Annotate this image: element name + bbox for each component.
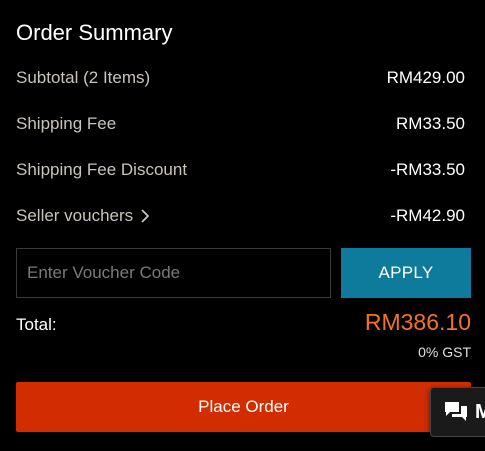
gst-note: 0% GST bbox=[418, 344, 471, 360]
subtotal-label: Subtotal (2 Items) bbox=[16, 68, 151, 87]
order-summary-panel: Order Summary Subtotal (2 Items) RM429.0… bbox=[0, 0, 485, 451]
seller-vouchers-label: Seller vouchers bbox=[16, 206, 134, 225]
shipping-fee-label: Shipping Fee bbox=[16, 114, 117, 133]
total-value: RM386.10 bbox=[364, 309, 471, 335]
chat-bubbles-icon bbox=[445, 402, 467, 421]
total-label: Total: bbox=[16, 315, 57, 334]
seller-vouchers-value: -RM42.90 bbox=[390, 206, 465, 225]
shipping-discount-row: Shipping Fee Discount -RM33.50 bbox=[16, 158, 465, 182]
chat-button[interactable]: M bbox=[430, 387, 485, 437]
seller-vouchers-row: Seller vouchers -RM42.90 bbox=[16, 204, 465, 228]
shipping-fee-value: RM33.50 bbox=[396, 114, 465, 133]
chat-label: M bbox=[475, 401, 485, 424]
shipping-fee-row: Shipping Fee RM33.50 bbox=[16, 112, 465, 136]
seller-vouchers-link[interactable]: Seller vouchers bbox=[16, 206, 151, 226]
subtotal-row: Subtotal (2 Items) RM429.00 bbox=[16, 66, 465, 90]
subtotal-value: RM429.00 bbox=[386, 68, 465, 87]
shipping-discount-label: Shipping Fee Discount bbox=[16, 160, 188, 179]
voucher-code-input[interactable] bbox=[16, 248, 331, 298]
order-summary-title: Order Summary bbox=[16, 20, 173, 45]
chevron-right-icon bbox=[141, 209, 150, 223]
shipping-discount-value: -RM33.50 bbox=[390, 160, 465, 179]
apply-voucher-button[interactable]: APPLY bbox=[341, 248, 471, 298]
place-order-button[interactable]: Place Order bbox=[16, 382, 471, 432]
